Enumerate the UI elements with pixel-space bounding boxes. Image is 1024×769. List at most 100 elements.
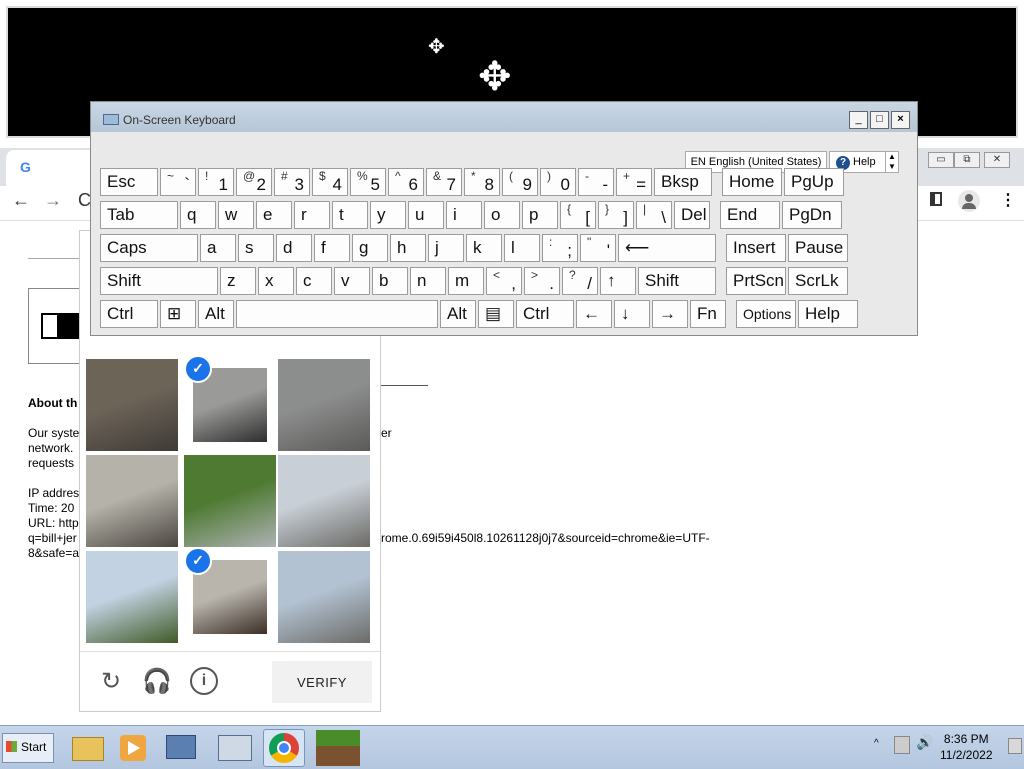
osk-titlebar[interactable]: On-Screen Keyboard _ □ ×	[91, 102, 917, 132]
key-options[interactable]: Options	[736, 300, 796, 328]
key-ctrl[interactable]: Ctrl	[516, 300, 574, 328]
key-4[interactable]: $4	[312, 168, 348, 196]
key-[interactable]: ↑	[600, 267, 636, 295]
chrome-minimize-button[interactable]: ▭	[928, 152, 954, 168]
key-[interactable]: }]	[598, 201, 634, 229]
network-taskbar-button[interactable]	[160, 729, 200, 765]
profile-avatar[interactable]	[958, 190, 980, 212]
volume-icon[interactable]: 🔊	[916, 734, 933, 751]
key-[interactable]: ? /	[562, 267, 598, 295]
key-l[interactable]: l	[504, 234, 540, 262]
key-o[interactable]: o	[484, 201, 520, 229]
key-6[interactable]: ^ 6	[388, 168, 424, 196]
key-a[interactable]: a	[200, 234, 236, 262]
key-pause[interactable]: Pause	[788, 234, 848, 262]
key-[interactable]: + =	[616, 168, 652, 196]
key-alt[interactable]: Alt	[198, 300, 234, 328]
media-player-taskbar-button[interactable]	[112, 729, 152, 765]
key-insert[interactable]: Insert	[726, 234, 786, 262]
key-y[interactable]: y	[370, 201, 406, 229]
key-v[interactable]: v	[334, 267, 370, 295]
captcha-tile-street-scooters[interactable]	[86, 359, 178, 451]
key-[interactable]: :;	[542, 234, 578, 262]
headphones-icon[interactable]: 🎧	[142, 667, 172, 697]
key-9[interactable]: (9	[502, 168, 538, 196]
key-[interactable]: ▤	[478, 300, 514, 328]
key-pgdn[interactable]: PgDn	[782, 201, 842, 229]
key-z[interactable]: z	[220, 267, 256, 295]
key-x[interactable]: x	[258, 267, 294, 295]
key-prtscn[interactable]: PrtScn	[726, 267, 786, 295]
key-h[interactable]: h	[390, 234, 426, 262]
start-button[interactable]: Start	[2, 733, 54, 763]
browser-tab[interactable]: G	[6, 150, 96, 186]
key-help[interactable]: Help	[798, 300, 858, 328]
key-pgup[interactable]: PgUp	[784, 168, 844, 196]
key-n[interactable]: n	[410, 267, 446, 295]
key-8[interactable]: * 8	[464, 168, 500, 196]
verify-button[interactable]: VERIFY	[272, 661, 372, 703]
key-2[interactable]: @2	[236, 168, 272, 196]
key-[interactable]: ⟵	[618, 234, 716, 262]
key-b[interactable]: b	[372, 267, 408, 295]
key-u[interactable]: u	[408, 201, 444, 229]
captcha-tile-city-street[interactable]	[278, 455, 370, 547]
explorer-taskbar-button[interactable]	[66, 729, 106, 765]
key-space[interactable]	[236, 300, 438, 328]
key-shift[interactable]: Shift	[100, 267, 218, 295]
key-0[interactable]: ) 0	[540, 168, 576, 196]
key-scrlk[interactable]: ScrLk	[788, 267, 848, 295]
key-7[interactable]: & 7	[426, 168, 462, 196]
key-ctrl[interactable]: Ctrl	[100, 300, 158, 328]
captcha-tile-traffic-light[interactable]	[278, 551, 370, 643]
key-tab[interactable]: Tab	[100, 201, 178, 229]
key-5[interactable]: % 5	[350, 168, 386, 196]
key-[interactable]: ⊞	[160, 300, 196, 328]
key-[interactable]: >.	[524, 267, 560, 295]
key-[interactable]: <,	[486, 267, 522, 295]
notification-icon[interactable]	[1008, 738, 1022, 754]
key-bksp[interactable]: Bksp	[654, 168, 712, 196]
chrome-restore-button[interactable]: ⧉	[954, 152, 980, 168]
system-clock[interactable]: 8:36 PM 11/2/2022	[940, 731, 993, 763]
key-[interactable]: {[	[560, 201, 596, 229]
back-icon[interactable]: ←	[12, 190, 30, 211]
key-fn[interactable]: Fn	[690, 300, 726, 328]
menu-kebab-icon[interactable]: ⋮	[1000, 190, 1016, 210]
key-del[interactable]: Del	[674, 201, 710, 229]
chrome-taskbar-button[interactable]	[263, 729, 305, 767]
show-hidden-icons[interactable]: ^	[874, 738, 879, 749]
key-[interactable]: | \	[636, 201, 672, 229]
key-i[interactable]: i	[446, 201, 482, 229]
key-3[interactable]: #3	[274, 168, 310, 196]
key-end[interactable]: End	[720, 201, 780, 229]
key-[interactable]: ←	[576, 300, 612, 328]
key-[interactable]: ↓	[614, 300, 650, 328]
key-t[interactable]: t	[332, 201, 368, 229]
side-panel-icon[interactable]	[930, 192, 942, 206]
key-g[interactable]: g	[352, 234, 388, 262]
key-[interactable]: →	[652, 300, 688, 328]
osk-maximize-button[interactable]: □	[870, 111, 889, 129]
captcha-tile-car-grass[interactable]	[184, 455, 276, 547]
key-r[interactable]: r	[294, 201, 330, 229]
key-c[interactable]: c	[296, 267, 332, 295]
key-p[interactable]: p	[522, 201, 558, 229]
action-center-icon[interactable]	[894, 736, 910, 754]
key-j[interactable]: j	[428, 234, 464, 262]
key-home[interactable]: Home	[722, 168, 782, 196]
chrome-close-button[interactable]: ✕	[984, 152, 1010, 168]
forward-icon[interactable]: →	[44, 190, 62, 211]
key-alt[interactable]: Alt	[440, 300, 476, 328]
captcha-tile-palm-tree[interactable]	[86, 551, 178, 643]
key-e[interactable]: e	[256, 201, 292, 229]
osk-expand-arrows[interactable]: ▲ ▼	[885, 151, 899, 173]
key-q[interactable]: q	[180, 201, 216, 229]
info-icon[interactable]: i	[190, 667, 218, 695]
key-shift[interactable]: Shift	[638, 267, 716, 295]
key-[interactable]: " '	[580, 234, 616, 262]
key-m[interactable]: m	[448, 267, 484, 295]
minecraft-taskbar-button[interactable]	[314, 729, 360, 766]
key-[interactable]: ~ `	[160, 168, 196, 196]
osk-taskbar-button[interactable]	[214, 729, 254, 765]
